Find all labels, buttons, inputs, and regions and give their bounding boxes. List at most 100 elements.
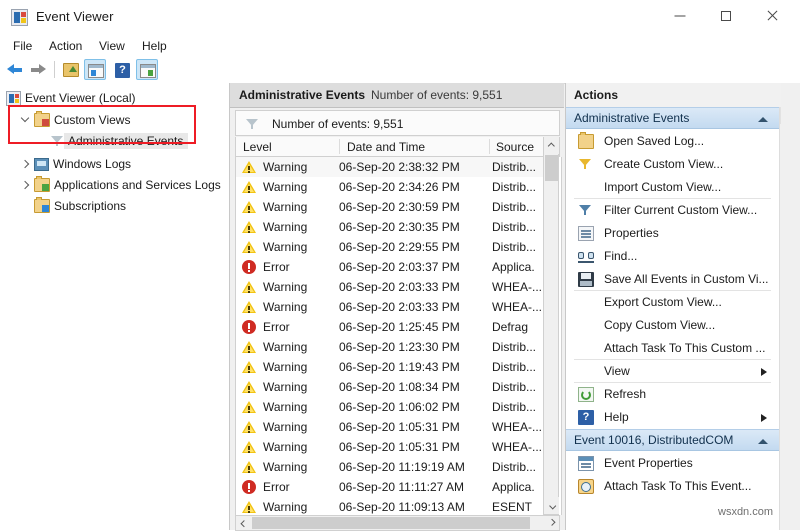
column-header-date-and-time[interactable]: Date and Time: [347, 140, 425, 154]
column-divider[interactable]: [339, 139, 340, 154]
action-item[interactable]: Refresh: [566, 383, 779, 406]
scroll-down-button[interactable]: [544, 497, 559, 514]
table-row[interactable]: Warning 06-Sep-20 1:05:31 PM WHEA-...: [236, 437, 544, 457]
cell-level: Warning: [263, 500, 308, 514]
action-item[interactable]: Event Properties: [566, 452, 779, 475]
menu-view[interactable]: View: [94, 38, 130, 54]
scrollbar-thumb[interactable]: [545, 155, 558, 181]
action-item[interactable]: Attach Task To This Custom ...: [566, 337, 779, 360]
actions-section-header[interactable]: Administrative Events: [566, 107, 779, 129]
action-item[interactable]: Open Saved Log...: [566, 130, 779, 153]
warning-icon: [242, 280, 256, 294]
forward-button[interactable]: [28, 59, 50, 80]
actions-section-header[interactable]: Event 10016, DistributedCOM: [566, 429, 779, 451]
list-title: Administrative Events: [239, 88, 366, 102]
question-mark-icon: ?: [578, 410, 594, 425]
tree-item-event-viewer-local[interactable]: Event Viewer (Local): [6, 88, 136, 108]
caret-up-icon: [758, 117, 768, 122]
table-row[interactable]: Warning 06-Sep-20 11:19:19 AM Distrib...: [236, 457, 544, 477]
warning-icon: [242, 500, 256, 514]
tree-item-custom-views[interactable]: Custom Views: [20, 110, 130, 130]
scroll-left-button[interactable]: [236, 516, 251, 530]
action-item[interactable]: Save All Events in Custom Vi...: [566, 268, 779, 291]
maximize-button[interactable]: [703, 0, 749, 31]
action-item[interactable]: Copy Custom View...: [566, 314, 779, 337]
table-row[interactable]: Warning 06-Sep-20 11:09:13 AM ESENT: [236, 497, 544, 515]
cell-date-and-time: 06-Sep-20 1:25:45 PM: [339, 320, 460, 334]
table-row[interactable]: Warning 06-Sep-20 2:30:35 PM Distrib...: [236, 217, 544, 237]
table-row[interactable]: Error 06-Sep-20 2:03:37 PM Applica.: [236, 257, 544, 277]
forward-arrow-icon: [31, 64, 46, 75]
binoculars-icon: [578, 249, 594, 264]
filter-summary-row[interactable]: Number of events: 9,551: [235, 110, 560, 136]
tree-item-windows-logs[interactable]: Windows Logs: [20, 154, 131, 174]
cell-level: Warning: [263, 420, 308, 434]
cell-level: Warning: [263, 400, 308, 414]
close-button[interactable]: [749, 0, 795, 31]
action-item[interactable]: ? Help: [566, 406, 779, 429]
column-divider[interactable]: [489, 139, 490, 154]
cell-date-and-time: 06-Sep-20 2:03:33 PM: [339, 300, 460, 314]
tree-item-applications-and-services-logs[interactable]: Applications and Services Logs: [20, 175, 221, 195]
action-item[interactable]: Filter Current Custom View...: [566, 199, 779, 222]
column-header-source[interactable]: Source: [496, 140, 534, 154]
action-item[interactable]: Attach Task To This Event...: [566, 475, 779, 498]
table-row[interactable]: Warning 06-Sep-20 2:34:26 PM Distrib...: [236, 177, 544, 197]
cell-level: Warning: [263, 240, 308, 254]
warning-icon: [242, 340, 256, 354]
cell-source: Applica.: [492, 260, 535, 274]
back-button[interactable]: [4, 59, 26, 80]
action-item-label: Create Custom View...: [604, 157, 724, 171]
table-row[interactable]: Error 06-Sep-20 1:25:45 PM Defrag: [236, 317, 544, 337]
table-row[interactable]: Warning 06-Sep-20 2:29:55 PM Distrib...: [236, 237, 544, 257]
console-tree-pane-icon: [88, 64, 104, 78]
save-icon: [578, 272, 594, 287]
action-item[interactable]: Export Custom View...: [566, 291, 779, 314]
column-header-level[interactable]: Level: [243, 140, 272, 154]
help-button[interactable]: ?: [112, 59, 134, 80]
cell-level: Warning: [263, 300, 308, 314]
tree-item-label: Windows Logs: [53, 157, 132, 171]
tree-item-subscriptions[interactable]: Subscriptions: [34, 196, 126, 216]
minimize-button[interactable]: [657, 0, 703, 31]
table-row[interactable]: Warning 06-Sep-20 2:30:59 PM Distrib...: [236, 197, 544, 217]
menu-help[interactable]: Help: [137, 38, 172, 54]
cell-level: Warning: [263, 380, 308, 394]
scroll-right-button[interactable]: [544, 516, 559, 530]
table-row[interactable]: Warning 06-Sep-20 2:03:33 PM WHEA-...: [236, 277, 544, 297]
scroll-up-button[interactable]: [544, 137, 559, 154]
menu-action[interactable]: Action: [44, 38, 87, 54]
list-horizontal-scrollbar[interactable]: [235, 515, 560, 531]
table-row[interactable]: Warning 06-Sep-20 1:19:43 PM Distrib...: [236, 357, 544, 377]
tree-item-administrative-events[interactable]: Administrative Events: [50, 131, 189, 151]
menu-file[interactable]: File: [8, 38, 37, 54]
table-row[interactable]: Warning 06-Sep-20 1:06:02 PM Distrib...: [236, 397, 544, 417]
show-hide-console-tree-button[interactable]: [84, 59, 106, 80]
action-item[interactable]: Find...: [566, 245, 779, 268]
error-icon: [242, 480, 256, 494]
action-item[interactable]: View: [566, 360, 779, 383]
cell-source: Distrib...: [492, 460, 537, 474]
table-row[interactable]: Warning 06-Sep-20 1:08:34 PM Distrib...: [236, 377, 544, 397]
action-item[interactable]: Import Custom View...: [566, 176, 779, 199]
cell-date-and-time: 06-Sep-20 1:05:31 PM: [339, 420, 460, 434]
action-item-label: View: [604, 364, 630, 378]
list-vertical-scrollbar[interactable]: [543, 137, 559, 515]
actions-pane-title: Actions: [566, 83, 800, 108]
table-row[interactable]: Warning 06-Sep-20 1:23:30 PM Distrib...: [236, 337, 544, 357]
action-item[interactable]: Create Custom View...: [566, 153, 779, 176]
action-item[interactable]: Properties: [566, 222, 779, 245]
table-row[interactable]: Warning 06-Sep-20 2:03:33 PM WHEA-...: [236, 297, 544, 317]
table-row[interactable]: Warning 06-Sep-20 1:05:31 PM WHEA-...: [236, 417, 544, 437]
chevron-down-icon: [547, 501, 555, 509]
scrollbar-thumb[interactable]: [252, 517, 530, 529]
up-one-level-button[interactable]: [60, 59, 82, 80]
toolbar-separator: [54, 61, 55, 78]
warning-icon: [242, 160, 256, 174]
table-row[interactable]: Error 06-Sep-20 11:11:27 AM Applica.: [236, 477, 544, 497]
action-item-label: Open Saved Log...: [604, 134, 705, 148]
table-row[interactable]: Warning 06-Sep-20 2:38:32 PM Distrib...: [236, 157, 544, 177]
show-hide-action-pane-button[interactable]: [136, 59, 158, 80]
cell-date-and-time: 06-Sep-20 2:03:37 PM: [339, 260, 460, 274]
event-viewer-icon: [11, 9, 28, 26]
